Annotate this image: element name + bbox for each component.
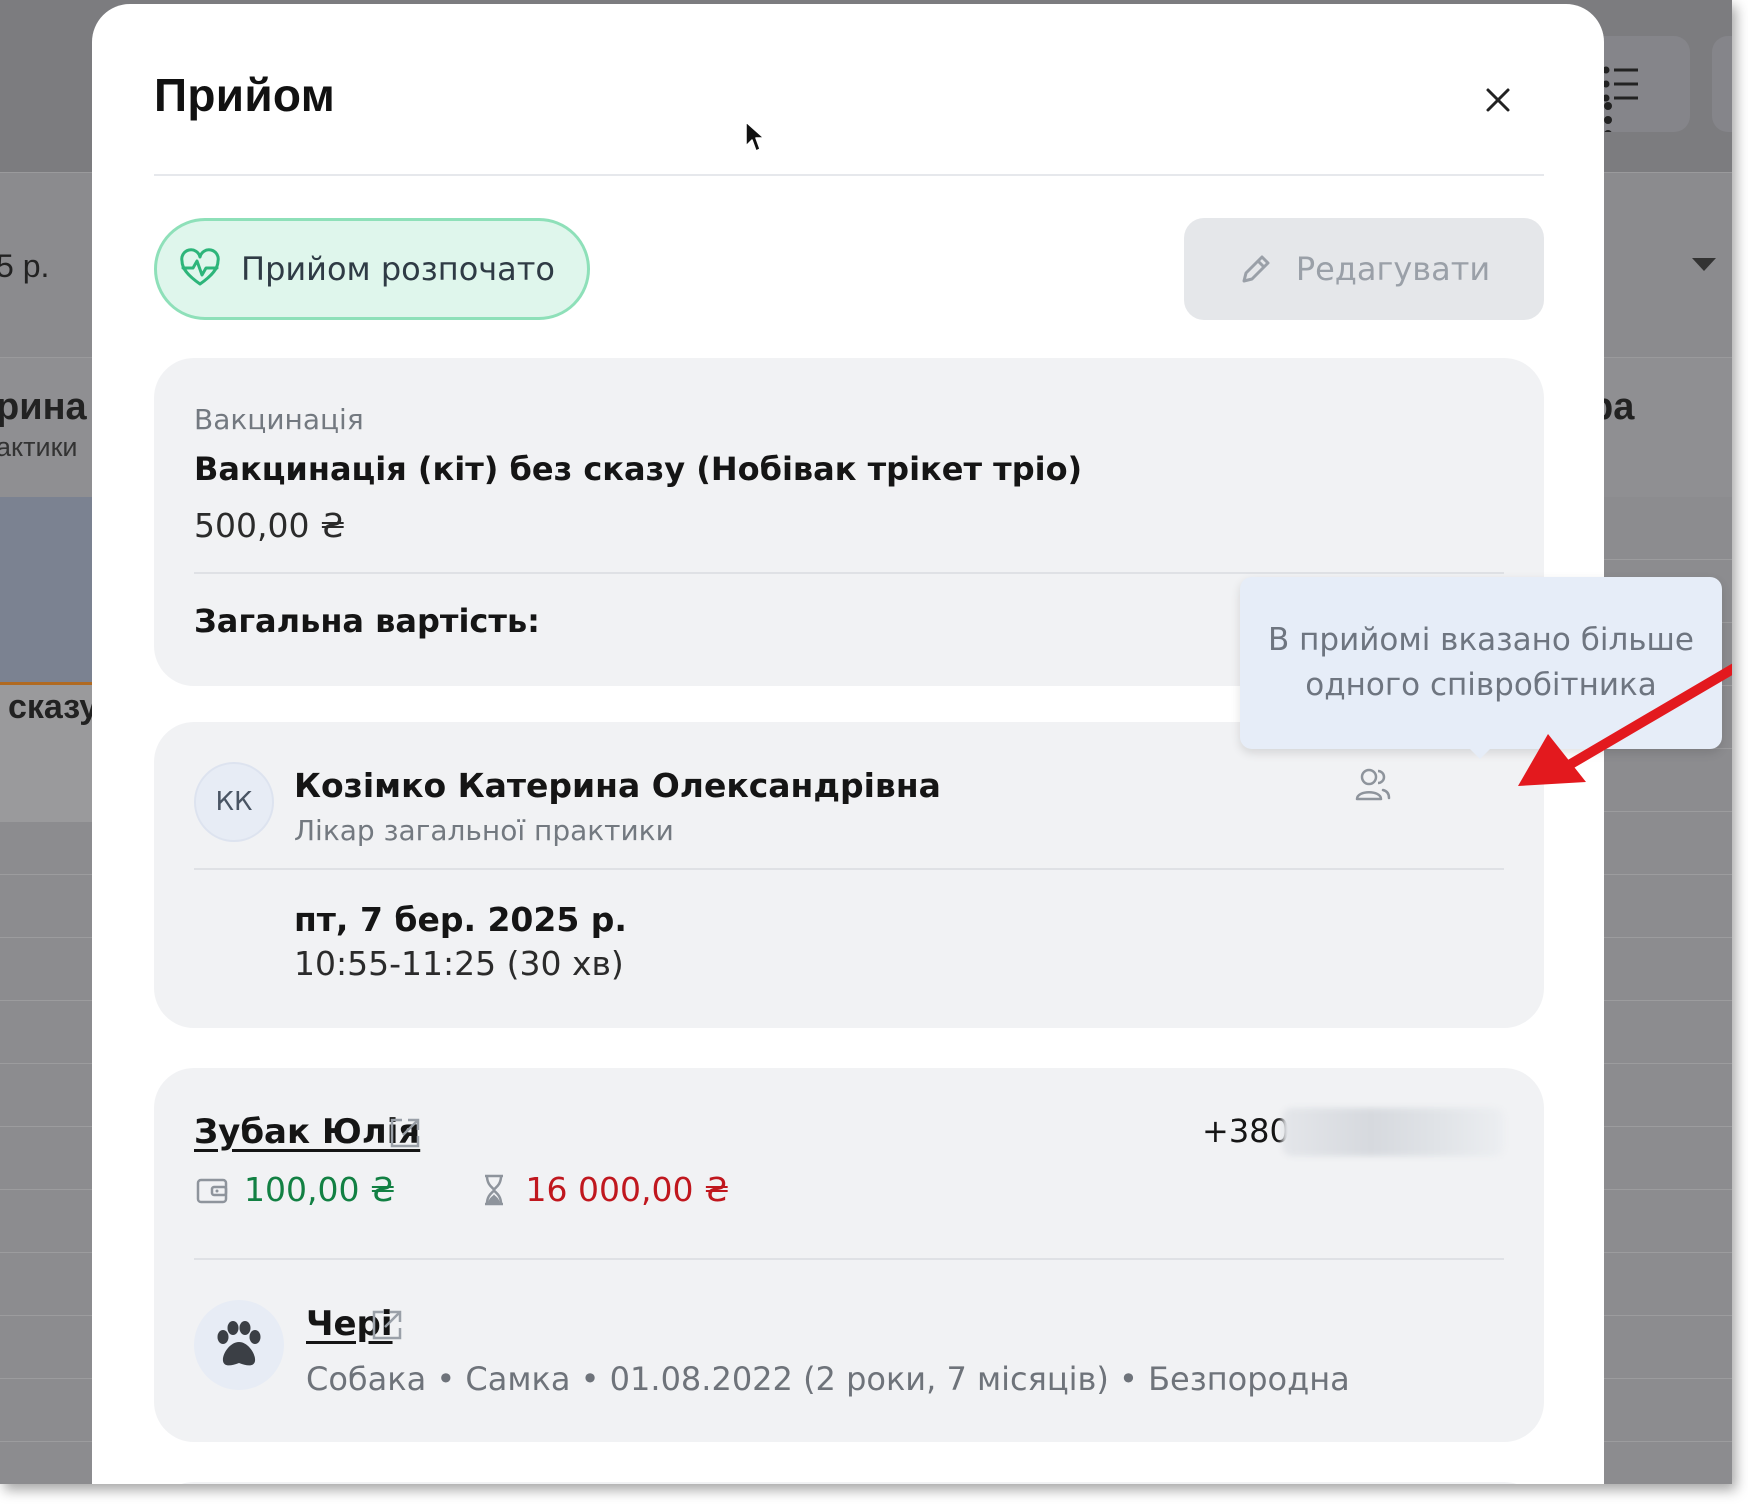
bg-date-fragment: 5 р.: [0, 248, 50, 284]
client-card: Зубак Юлія +380 100,00 ₴ 16 000,00 ₴ Чер…: [154, 1068, 1544, 1442]
status-label: Прийом розпочато: [241, 250, 555, 288]
service-price: 500,00 ₴: [194, 506, 346, 545]
client-name-link[interactable]: Зубак Юлія: [194, 1112, 420, 1152]
staff-card: КК Козімко Катерина Олександрівна Лікар …: [154, 722, 1544, 1028]
wallet-icon: [196, 1178, 228, 1203]
mouse-cursor-icon: [745, 121, 765, 152]
bg-selected-slot: [0, 497, 100, 682]
modal-title: Прийом: [154, 69, 336, 121]
staff-name: Козімко Катерина Олександрівна: [294, 766, 941, 805]
multiple-staff-tooltip: В прийомі вказано більше одного співробі…: [1240, 577, 1722, 749]
tooltip-tail: [1468, 747, 1492, 759]
pet-details: Собака • Самка • 01.08.2022 (2 роки, 7 м…: [306, 1360, 1350, 1398]
header-divider: [154, 174, 1544, 176]
bg-name-fragment: рина: [0, 386, 87, 428]
client-balance-row: 100,00 ₴ 16 000,00 ₴: [194, 1170, 729, 1209]
screenshot-frame: 5 р. рина актики сказу ра Прийом Прийом …: [0, 0, 1732, 1484]
phone-redacted: [1282, 1108, 1504, 1156]
edit-button[interactable]: Редагувати: [1184, 218, 1544, 320]
external-link-icon[interactable]: [370, 1308, 404, 1342]
paw-icon: [217, 1321, 261, 1366]
divider: [194, 868, 1504, 870]
edit-button-label: Редагувати: [1295, 250, 1491, 288]
appointment-date: пт, 7 бер. 2025 р.: [294, 900, 627, 939]
bg-dropdown-caret: [1692, 258, 1716, 271]
total-cost-label: Загальна вартість:: [194, 602, 540, 640]
external-link-icon[interactable]: [388, 1116, 422, 1150]
list-icon: [1602, 66, 1638, 102]
divider: [194, 572, 1504, 574]
next-card: [154, 1482, 1544, 1484]
client-debt: 16 000,00 ₴: [525, 1170, 730, 1209]
users-icon[interactable]: [1354, 766, 1392, 802]
staff-avatar: КК: [194, 762, 274, 842]
status-badge: Прийом розпочато: [154, 218, 590, 320]
bg-role-fragment: актики: [0, 432, 78, 462]
service-category: Вакцинація: [194, 403, 364, 436]
hourglass-icon: [484, 1174, 503, 1205]
client-phone: +380: [1202, 1112, 1290, 1150]
bg-event-fragment: сказу: [8, 688, 99, 726]
staff-role: Лікар загальної практики: [294, 814, 674, 847]
pet-avatar: [194, 1300, 284, 1390]
service-name: Вакцинація (кіт) без сказу (Нобівак трік…: [194, 450, 1083, 488]
appointment-time: 10:55-11:25 (30 хв): [294, 944, 624, 983]
pencil-icon: [1242, 255, 1270, 283]
close-icon[interactable]: [1482, 84, 1514, 116]
tooltip-text: В прийомі вказано більше одного співробі…: [1268, 622, 1694, 703]
divider: [194, 1258, 1504, 1260]
client-balance: 100,00 ₴: [244, 1170, 396, 1209]
heart-pulse-icon: [180, 248, 220, 286]
